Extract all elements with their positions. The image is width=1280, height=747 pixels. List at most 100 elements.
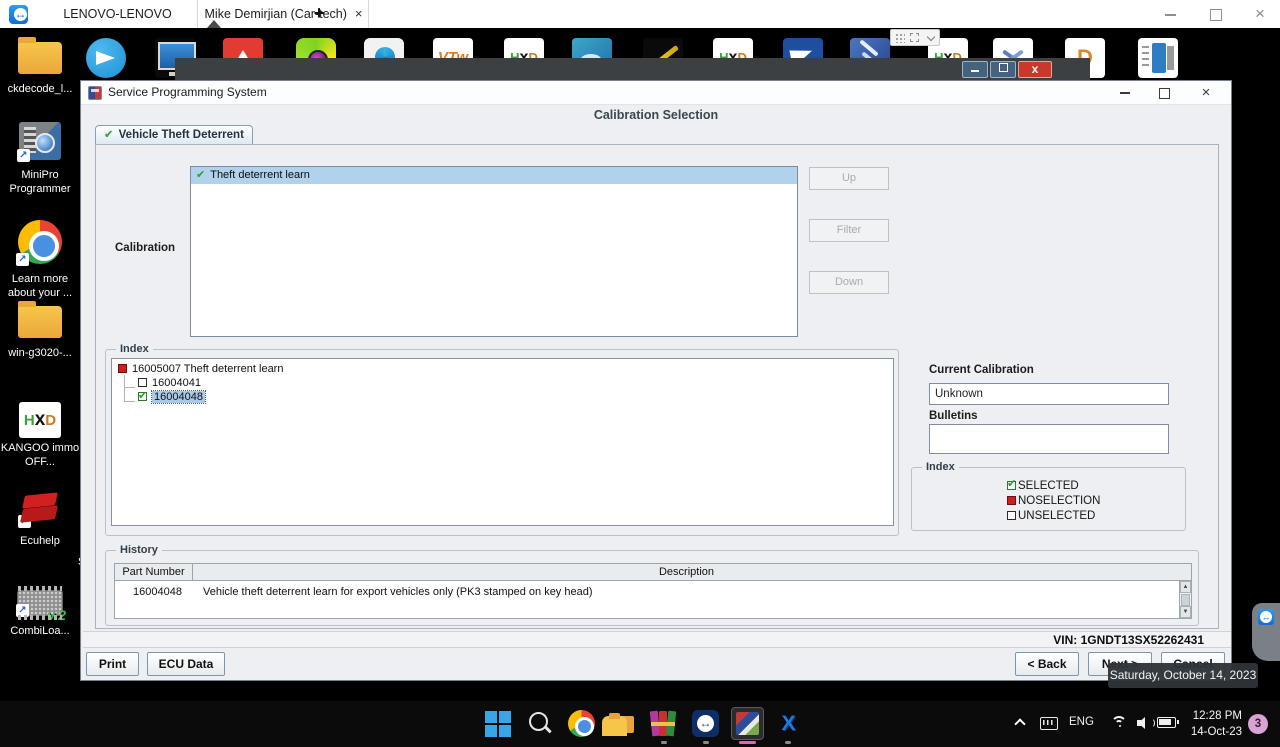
shortcut-arrow-icon: ↗ — [18, 515, 31, 528]
shortcut-arrow-icon: ↗ — [16, 604, 29, 617]
current-calibration-field[interactable] — [929, 383, 1169, 405]
calibration-list[interactable]: ✔Theft deterrent learn — [190, 166, 798, 337]
teamviewer-taskbar-icon[interactable] — [692, 710, 719, 737]
teamviewer-logo-icon — [1258, 609, 1274, 625]
search-icon[interactable] — [526, 710, 553, 737]
sps-window-title: Service Programming System — [108, 85, 267, 99]
speaker-icon[interactable] — [1137, 716, 1153, 730]
sps-titlebar[interactable]: Service Programming System × — [81, 81, 1231, 105]
tree-node-16004041[interactable]: 16004041 — [138, 376, 201, 390]
sps-app-icon — [88, 86, 102, 100]
sps-minimize-button[interactable] — [1106, 81, 1144, 105]
x-app-taskbar-icon[interactable]: X — [775, 710, 802, 737]
history-table[interactable]: Part Number Description 16004048 Vehicle… — [114, 563, 1192, 619]
index-tree[interactable]: 16005007 Theft deterrent learn 16004041 … — [111, 358, 894, 526]
col-part-number[interactable]: Part Number — [115, 564, 193, 581]
desktop-icon-minipro[interactable]: ↗ MiniPro Programmer — [0, 122, 80, 197]
filter-button[interactable]: Filter — [809, 219, 889, 242]
teamviewer-logo-icon — [9, 5, 28, 24]
selected-icon — [138, 392, 147, 401]
shortcut-arrow-icon: ↗ — [16, 253, 29, 266]
selected-icon — [1007, 481, 1016, 490]
tree-node-root[interactable]: 16005007 Theft deterrent learn — [118, 362, 283, 376]
battery-icon[interactable] — [1157, 717, 1176, 728]
desktop-icon-list-settings-app[interactable] — [1138, 38, 1178, 78]
current-calibration-label: Current Calibration — [929, 364, 1034, 376]
desktop-icon-win-g3020[interactable]: win-g3020-... — [0, 306, 80, 361]
tree-node-16004048[interactable]: 16004048 — [138, 390, 205, 404]
desktop-icon-kangoo[interactable]: HxD KANGOO immo OFF... — [0, 402, 80, 470]
remote-tab-mike[interactable]: Mike Demirjian (Car-tech)× — [199, 0, 369, 28]
bg-minimize-button[interactable] — [962, 61, 988, 78]
app-maximize-button[interactable] — [1196, 0, 1236, 28]
ecu-data-button[interactable]: ECU Data — [147, 652, 225, 676]
running-indicator-active — [739, 741, 756, 744]
new-tab-button[interactable]: + — [306, 0, 332, 28]
running-indicator — [703, 741, 709, 744]
history-scrollbar[interactable]: ▲ ▼ — [1179, 581, 1191, 618]
language-indicator[interactable]: ENG — [1069, 716, 1094, 728]
check-icon: ✔ — [104, 129, 114, 141]
date-tooltip: Saturday, October 14, 2023 — [1108, 663, 1258, 688]
down-button[interactable]: Down — [809, 271, 889, 294]
tree-connector — [124, 375, 125, 401]
app-minimize-button[interactable] — [1150, 0, 1190, 28]
history-part-number: 16004048 — [133, 586, 182, 598]
bg-close-button[interactable]: x — [1018, 61, 1052, 78]
desktop-icon-telegram[interactable] — [86, 38, 126, 78]
winrar-icon[interactable] — [650, 710, 677, 737]
scrollbar-thumb[interactable] — [1181, 594, 1190, 606]
bulletins-field[interactable] — [929, 424, 1169, 454]
tray-time: 12:28 PM — [1186, 709, 1242, 725]
app-close-button[interactable]: × — [1240, 0, 1280, 28]
remote-tab-bar: LENOVO-LENOVO Mike Demirjian (Car-tech)×… — [0, 0, 1280, 28]
back-button[interactable]: < Back — [1015, 652, 1079, 676]
tab-close-icon[interactable]: × — [355, 0, 363, 28]
tray-chevron-up-icon[interactable] — [1014, 718, 1025, 729]
shortcut-arrow-icon: ↗ — [17, 149, 30, 162]
ecuhelp-icon: ↗ — [20, 492, 60, 526]
print-button[interactable]: Print — [86, 652, 139, 676]
up-button[interactable]: Up — [809, 167, 889, 190]
taskbar-clock[interactable]: 12:28 PM 14-Oct-23 — [1186, 709, 1242, 740]
start-button[interactable] — [484, 710, 511, 737]
touch-keyboard-icon[interactable] — [1040, 717, 1058, 730]
taskbar-chrome-icon[interactable] — [568, 710, 595, 737]
page-title: Calibration Selection — [81, 108, 1231, 122]
calibration-list-item-selected[interactable]: ✔Theft deterrent learn — [191, 167, 797, 184]
background-window-titlebar[interactable]: x — [175, 58, 1090, 81]
folder-icon — [18, 42, 62, 74]
bg-maximize-button[interactable] — [990, 61, 1016, 78]
fullscreen-icon[interactable] — [910, 33, 919, 42]
noselection-icon — [1007, 496, 1016, 505]
file-explorer-icon[interactable] — [608, 710, 635, 737]
history-table-header: Part Number Description — [115, 564, 1191, 581]
col-description[interactable]: Description — [194, 564, 1179, 581]
scroll-up-icon[interactable]: ▲ — [1180, 581, 1191, 593]
sps-close-button[interactable]: × — [1187, 81, 1225, 105]
teamviewer-panel-notch-icon[interactable] — [207, 20, 221, 28]
running-indicator — [785, 741, 791, 744]
index-group: Index 16005007 Theft deterrent learn 160… — [105, 349, 899, 536]
sps-taskbar-icon-active[interactable] — [731, 707, 764, 740]
scroll-down-icon[interactable]: ▼ — [1180, 606, 1191, 618]
tab-vehicle-theft-deterrent[interactable]: ✔Vehicle Theft Deterrent — [95, 125, 253, 145]
notification-badge[interactable]: 3 — [1248, 714, 1268, 734]
desktop-icon-ecuhelp[interactable]: ↗ Ecuhelp — [0, 492, 80, 549]
desktop-icon-ckdecode[interactable]: ckdecode_l... — [0, 42, 80, 97]
chevron-down-icon[interactable] — [927, 33, 935, 41]
noselection-icon — [118, 364, 127, 373]
desktop-icon-combiloader[interactable]: ↗v.2 CombiLoa... — [0, 590, 80, 639]
sps-maximize-button[interactable] — [1145, 81, 1183, 105]
teamviewer-side-grip[interactable] — [1252, 603, 1280, 661]
wifi-icon[interactable] — [1111, 716, 1129, 730]
bulletins-label: Bulletins — [929, 410, 978, 422]
index-legend-group: Index SELECTED NOSELECTION UNSELECTED — [911, 467, 1186, 531]
teamviewer-toolbar-chip[interactable] — [890, 29, 940, 46]
remote-tab-lenovo[interactable]: LENOVO-LENOVO — [38, 0, 198, 28]
desktop-icon-chrome-learn-more[interactable]: ↗ Learn more about your ... — [0, 220, 80, 301]
taskbar: X ENG 12:28 PM 14-Oct-23 3 — [0, 701, 1280, 747]
screen: LENOVO-LENOVO Mike Demirjian (Car-tech)×… — [0, 0, 1280, 747]
grid-icon — [895, 33, 905, 43]
chrome-icon: ↗ — [18, 220, 62, 264]
